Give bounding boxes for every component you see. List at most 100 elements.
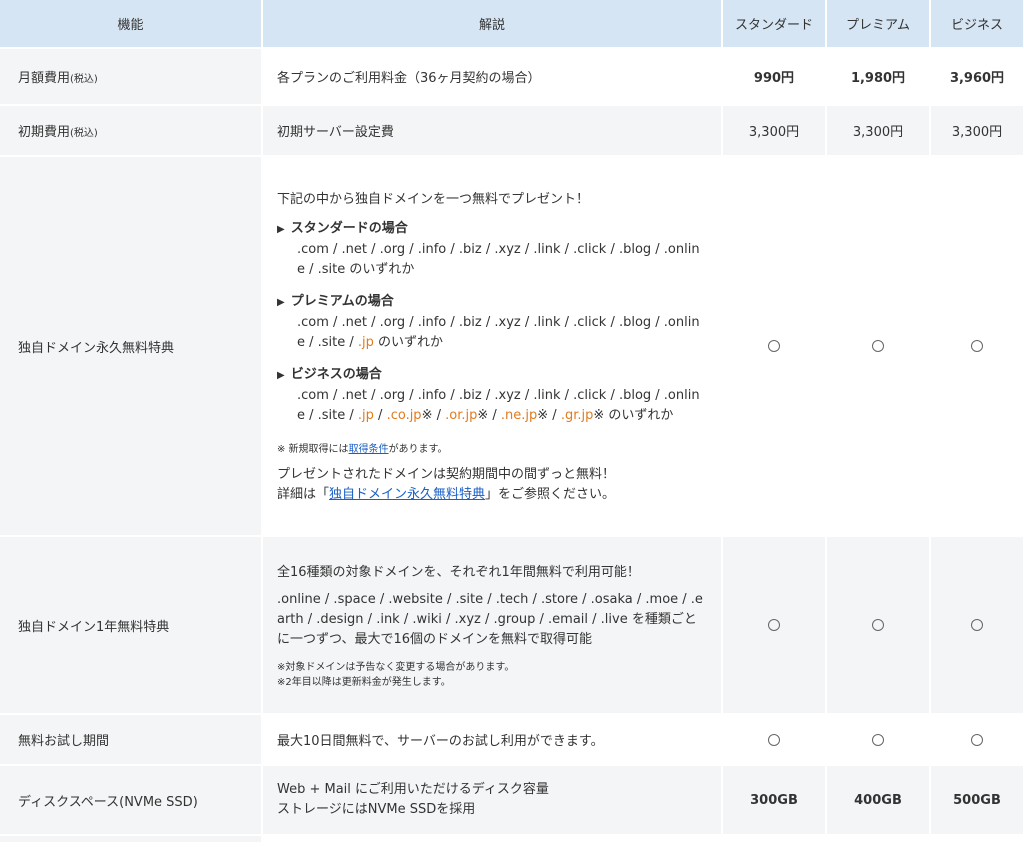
note-line: ※対象ドメインは予告なく変更する場合があります。 <box>277 661 515 673</box>
feature-label: 月額費用 <box>18 71 71 86</box>
premium-domain-list: .com / .net / .org / .info / .biz / .xyz… <box>277 313 711 353</box>
separator: / <box>373 407 387 423</box>
table-row-monthly-fee: 月額費用(税込) 各プランのご利用料金（36ヶ月契約の場合） 990円 1,98… <box>0 48 1024 106</box>
circle-icon <box>768 733 780 746</box>
plan-title: プレミアムの場合 <box>290 293 394 309</box>
description-cell: Web + Mail にご利用いただけるディスク容量 ストレージにはNVMe S… <box>262 765 723 836</box>
premium-disk: 400GB <box>826 765 931 836</box>
feature-cell: 無料お試し期間 <box>0 714 263 766</box>
feature-cell <box>0 835 263 844</box>
circle-icon <box>872 619 884 631</box>
table-row-domain-free: 独自ドメイン永久無料特典 下記の中から独自ドメインを一つ無料でプレゼント！ ▶ ス… <box>0 156 1024 537</box>
domain-text: のいずれか <box>373 334 444 350</box>
business-initial: 3,300円 <box>930 105 1024 157</box>
table-row-domain-1year: 独自ドメイン1年無料特典 全16種類の対象ドメインを、それぞれ1年間無料で利用可… <box>0 536 1024 715</box>
business-availability <box>930 536 1024 715</box>
footer-text: 詳細は「 <box>277 486 330 502</box>
tax-label: (税込) <box>70 128 98 139</box>
note-text: があります。 <box>388 443 448 455</box>
business-price: 3,960円 <box>930 48 1024 106</box>
triangle-right-icon: ▶ <box>277 223 285 235</box>
feature-label: 初期費用 <box>18 125 71 140</box>
circle-icon <box>971 340 983 352</box>
acquisition-note: ※ 新規取得には取得条件があります。 <box>277 440 711 455</box>
description-cell <box>262 835 723 844</box>
standard-domain-list: .com / .net / .org / .info / .biz / .xyz… <box>277 240 711 280</box>
value-cell <box>826 835 931 844</box>
feature-cell: 独自ドメイン1年無料特典 <box>0 536 263 715</box>
circle-icon <box>872 733 884 746</box>
header-business: ビジネス <box>930 0 1024 49</box>
disk-desc-line: ストレージにはNVMe SSDを採用 <box>277 802 476 817</box>
domain-intro: 下記の中から独自ドメインを一つ無料でプレゼント！ <box>277 191 590 207</box>
premium-availability <box>826 714 931 766</box>
standard-disk: 300GB <box>722 765 827 836</box>
premium-plan-heading: ▶ プレミアムの場合 <box>277 290 711 309</box>
note-text: ※ 新規取得には <box>277 443 349 455</box>
triangle-right-icon: ▶ <box>277 369 285 381</box>
header-description: 解説 <box>262 0 723 49</box>
description-cell: 各プランのご利用料金（36ヶ月契約の場合） <box>262 48 723 106</box>
circle-icon <box>971 733 983 746</box>
business-disk: 500GB <box>930 765 1024 836</box>
table-row-partial <box>0 835 1024 844</box>
orjp-domain: .or.jp <box>445 407 478 423</box>
note-mark: ※ / <box>477 407 501 423</box>
standard-plan-heading: ▶ スタンダードの場合 <box>277 217 711 236</box>
business-availability <box>930 156 1024 537</box>
header-standard: スタンダード <box>722 0 827 49</box>
premium-availability <box>826 156 931 537</box>
description-cell: 最大10日間無料で、サーバーのお試し利用ができます。 <box>262 714 723 766</box>
premium-price: 1,980円 <box>826 48 931 106</box>
tax-label: (税込) <box>70 74 98 85</box>
standard-initial: 3,300円 <box>722 105 827 157</box>
domain-line: arth / .design / .ink / .wiki / .xyz / .… <box>277 611 697 627</box>
grjp-domain: .gr.jp <box>560 407 594 423</box>
triangle-right-icon: ▶ <box>277 296 285 308</box>
jp-domain: .jp <box>357 407 374 423</box>
feature-cell: 月額費用(税込) <box>0 48 263 106</box>
table-header-row: 機能 解説 スタンダード プレミアム ビジネス <box>0 0 1024 49</box>
feature-cell: ディスクスペース(NVMe SSD) <box>0 765 263 836</box>
premium-initial: 3,300円 <box>826 105 931 157</box>
circle-icon <box>971 619 983 631</box>
business-plan-heading: ▶ ビジネスの場合 <box>277 363 711 382</box>
domain-text: e / .site / <box>297 334 358 350</box>
domain-line: に一つずつ、最大で16個のドメインを無料で取得可能 <box>277 631 593 647</box>
domain-1year-list: .online / .space / .website / .site / .t… <box>277 590 711 650</box>
feature-cell: 独自ドメイン永久無料特典 <box>0 156 263 537</box>
disk-desc-line: Web + Mail にご利用いただけるディスク容量 <box>277 782 549 797</box>
circle-icon <box>768 340 780 352</box>
header-premium: プレミアム <box>826 0 931 49</box>
domain-text: e / .site / <box>297 407 358 423</box>
description-cell: 全16種類の対象ドメインを、それぞれ1年間無料で利用可能！ .online / … <box>262 536 723 715</box>
jp-domain: .jp <box>357 334 374 350</box>
value-cell <box>930 835 1024 844</box>
acquisition-conditions-link[interactable]: 取得条件 <box>349 444 389 455</box>
table-row-trial: 無料お試し期間 最大10日間無料で、サーバーのお試し利用ができます。 <box>0 714 1024 766</box>
domain-line: .com / .net / .org / .info / .biz / .xyz… <box>297 241 700 257</box>
note-mark: ※ / <box>537 407 561 423</box>
standard-availability <box>722 156 827 537</box>
note-mark: ※ のいずれか <box>593 407 674 423</box>
business-domain-list: .com / .net / .org / .info / .biz / .xyz… <box>277 386 711 426</box>
standard-availability <box>722 536 827 715</box>
nejp-domain: .ne.jp <box>500 407 538 423</box>
standard-price: 990円 <box>722 48 827 106</box>
description-cell: 下記の中から独自ドメインを一つ無料でプレゼント！ ▶ スタンダードの場合 .com… <box>262 156 723 537</box>
domain-line: e / .site / .jp のいずれか <box>297 333 711 353</box>
plan-title: ビジネスの場合 <box>290 366 382 382</box>
business-availability <box>930 714 1024 766</box>
circle-icon <box>768 619 780 631</box>
table-row-initial-fee: 初期費用(税込) 初期サーバー設定費 3,300円 3,300円 3,300円 <box>0 105 1024 157</box>
domain-footer-2: 詳細は「独自ドメイン永久無料特典」をご参照ください。 <box>277 485 711 505</box>
standard-availability <box>722 714 827 766</box>
header-feature: 機能 <box>0 0 263 49</box>
note-mark: ※ / <box>421 407 446 423</box>
table-row-disk-space: ディスクスペース(NVMe SSD) Web + Mail にご利用いただけるデ… <box>0 765 1024 836</box>
domain-line: .online / .space / .website / .site / .t… <box>277 591 703 607</box>
footer-text: 」をご参照ください。 <box>485 486 616 502</box>
domain-free-detail-link[interactable]: 独自ドメイン永久無料特典 <box>329 487 485 502</box>
value-cell <box>722 835 827 844</box>
plan-comparison-table: 機能 解説 スタンダード プレミアム ビジネス 月額費用(税込) 各プランのご利… <box>0 0 1024 844</box>
